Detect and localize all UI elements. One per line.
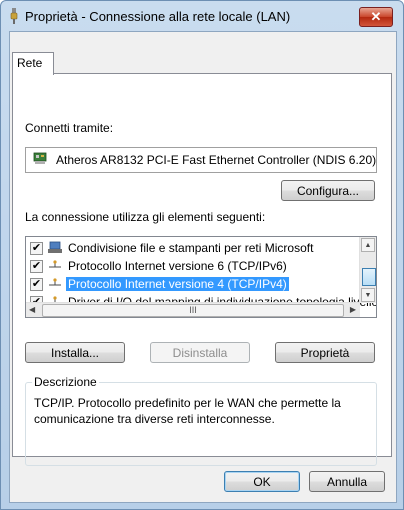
protocol-icon bbox=[49, 260, 61, 268]
description-legend: Descrizione bbox=[32, 375, 99, 389]
dialog-body: Rete Connetti tramite: Atheros AR8132 PC… bbox=[9, 31, 397, 503]
network-adapter-icon bbox=[33, 152, 47, 164]
vertical-scrollbar[interactable]: ▲ ▼ bbox=[359, 237, 376, 303]
tab-rete[interactable]: Rete bbox=[12, 52, 54, 75]
components-list[interactable]: ✔ Condivisione file e stampanti per reti… bbox=[25, 236, 377, 318]
network-connection-icon bbox=[10, 8, 18, 24]
protocol-icon bbox=[49, 278, 61, 286]
item-checkbox[interactable]: ✔ bbox=[30, 278, 43, 291]
hscroll-thumb[interactable]: III bbox=[42, 304, 344, 317]
item-label: Condivisione file e stampanti per reti M… bbox=[68, 241, 314, 255]
item-checkbox[interactable]: ✔ bbox=[30, 242, 43, 255]
network-service-icon bbox=[48, 241, 62, 253]
list-item[interactable]: ✔ Protocollo Internet versione 6 (TCP/IP… bbox=[26, 257, 356, 275]
configure-button[interactable]: Configura... bbox=[281, 180, 375, 201]
close-button[interactable]: ✕ bbox=[359, 7, 393, 27]
adapter-name-field: Atheros AR8132 PCI-E Fast Ethernet Contr… bbox=[25, 147, 377, 173]
properties-dialog: Proprietà - Connessione alla rete locale… bbox=[0, 0, 404, 510]
cancel-button[interactable]: Annulla bbox=[309, 471, 385, 492]
scroll-right-icon[interactable]: ▶ bbox=[350, 305, 356, 314]
scroll-up-icon[interactable]: ▲ bbox=[361, 238, 375, 252]
item-checkbox[interactable]: ✔ bbox=[30, 260, 43, 273]
title-bar[interactable]: Proprietà - Connessione alla rete locale… bbox=[1, 1, 403, 31]
scroll-left-icon[interactable]: ◀ bbox=[29, 305, 35, 314]
adapter-name: Atheros AR8132 PCI-E Fast Ethernet Contr… bbox=[56, 153, 377, 167]
ok-button[interactable]: OK bbox=[224, 471, 300, 492]
uninstall-button: Disinstalla bbox=[150, 342, 250, 363]
window-title: Proprietà - Connessione alla rete locale… bbox=[25, 9, 291, 24]
list-item[interactable]: ✔ Condivisione file e stampanti per reti… bbox=[26, 239, 356, 257]
properties-button[interactable]: Proprietà bbox=[275, 342, 375, 363]
description-group: Descrizione TCP/IP. Protocollo predefini… bbox=[25, 375, 377, 466]
item-label: Protocollo Internet versione 4 (TCP/IPv4… bbox=[66, 277, 289, 291]
list-item-selected[interactable]: ✔ Protocollo Internet versione 4 (TCP/IP… bbox=[26, 275, 356, 293]
description-text: TCP/IP. Protocollo predefinito per le WA… bbox=[34, 396, 341, 426]
tab-label: Rete bbox=[17, 56, 43, 70]
horizontal-scrollbar[interactable]: ◀ III ▶ bbox=[26, 302, 360, 317]
install-button[interactable]: Installa... bbox=[25, 342, 125, 363]
scroll-down-icon[interactable]: ▼ bbox=[361, 288, 375, 302]
connect-using-label: Connetti tramite: bbox=[25, 121, 114, 135]
items-label: La connessione utilizza gli elementi seg… bbox=[25, 210, 266, 224]
scrollbar-thumb[interactable] bbox=[362, 268, 376, 286]
tab-panel: Connetti tramite: Atheros AR8132 PCI-E F… bbox=[12, 73, 392, 466]
item-label: Protocollo Internet versione 6 (TCP/IPv6… bbox=[68, 259, 287, 273]
